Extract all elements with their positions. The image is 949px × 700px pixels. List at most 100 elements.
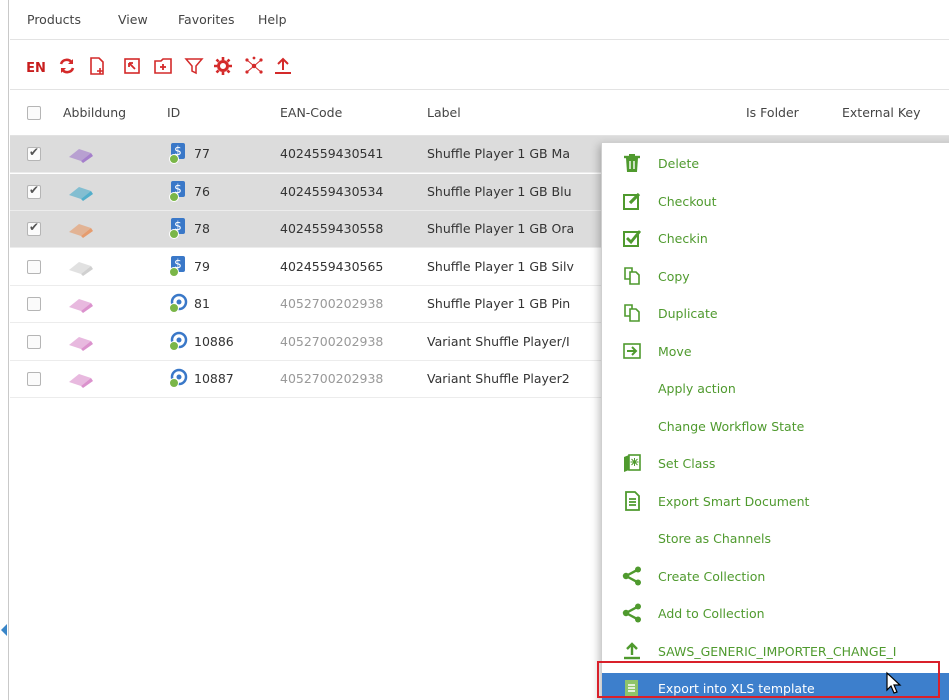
duplicate-icon (622, 303, 642, 323)
row-ean: 4052700202938 (280, 371, 384, 386)
product-variant-icon: $ (168, 180, 188, 202)
row-checkbox[interactable] (27, 220, 41, 236)
row-checkbox[interactable] (27, 183, 41, 199)
column-header-ean[interactable]: EAN-Code (280, 105, 342, 120)
set-class-icon (622, 453, 642, 473)
context-menu-item-move[interactable]: Move (602, 336, 949, 368)
row-ean: 4024559430534 (280, 183, 384, 199)
new-folder-icon[interactable] (153, 56, 173, 76)
language-selector[interactable]: EN (24, 58, 48, 78)
context-menu-item-label: Checkin (658, 231, 708, 246)
row-id: 81 (194, 296, 210, 311)
product-thumbnail (69, 374, 93, 388)
context-menu-item-change-workflow-state[interactable]: Change Workflow State (602, 411, 949, 443)
menu-view[interactable]: View (118, 12, 148, 27)
row-id: 10887 (194, 371, 234, 386)
context-menu-item-duplicate[interactable]: Duplicate (602, 298, 949, 330)
move-arrow-icon (622, 341, 642, 361)
row-label: Shuffle Player 1 GB Ora (427, 221, 575, 236)
row-id: 10886 (194, 333, 234, 349)
column-header-is-folder[interactable]: Is Folder (746, 105, 799, 120)
product-thumbnail (69, 186, 93, 201)
toolbar: EN (10, 40, 949, 90)
context-menu-item-label: Duplicate (658, 306, 718, 321)
context-menu-item-label: Move (658, 343, 692, 359)
row-label: Variant Shuffle Player2 (427, 371, 570, 386)
row-checkbox[interactable] (27, 372, 41, 386)
go-to-parent-icon[interactable] (122, 56, 142, 76)
filter-icon[interactable] (184, 56, 204, 76)
row-ean: 4052700202938 (280, 296, 384, 311)
upload-icon[interactable] (273, 56, 293, 76)
context-menu-item-delete[interactable]: Delete (602, 148, 949, 180)
context-menu: Delete Checkout Checkin Copy Duplicate Move Ap… (601, 142, 949, 700)
context-menu-item-label: Change Workflow State (658, 418, 805, 434)
context-menu-item-label: Copy (658, 268, 690, 284)
column-header-external-key[interactable]: External Key (842, 105, 921, 120)
table-header: Abbildung ID EAN-Code Label Is Folder Ex… (10, 90, 949, 136)
context-menu-item-label: SAWS_GENERIC_IMPORTER_CHANGE_I (658, 643, 897, 659)
product-thumbnail (69, 336, 93, 351)
context-menu-item-label: Add to Collection (658, 606, 765, 621)
menu-favorites[interactable]: Favorites (178, 12, 234, 27)
context-menu-item-label: Delete (658, 156, 700, 171)
row-ean: 4024559430558 (280, 221, 384, 236)
context-menu-item-add-to-collection[interactable]: Add to Collection (602, 598, 949, 630)
context-menu-item-create-collection[interactable]: Create Collection (602, 561, 949, 593)
column-header-label[interactable]: Label (427, 105, 461, 120)
context-menu-item-checkin[interactable]: Checkin (602, 223, 949, 255)
mouse-cursor-icon (886, 671, 902, 694)
variant-link-icon (168, 330, 188, 352)
trash-icon (622, 153, 642, 173)
row-ean: 4024559430541 (280, 146, 384, 161)
row-checkbox[interactable] (27, 297, 41, 311)
new-document-icon[interactable] (87, 56, 107, 76)
variant-link-icon (168, 367, 188, 389)
context-menu-item-label: Checkout (658, 193, 717, 209)
panel-splitter[interactable] (0, 0, 9, 700)
row-id: 79 (194, 258, 210, 274)
row-id: 78 (194, 221, 210, 236)
network-icon[interactable] (244, 56, 264, 76)
share-icon (622, 566, 642, 586)
copy-icon (622, 266, 642, 286)
row-checkbox[interactable] (27, 334, 41, 349)
row-label: Shuffle Player 1 GB Pin (427, 296, 571, 311)
menu-products[interactable]: Products (27, 12, 81, 27)
menu-help[interactable]: Help (258, 12, 287, 27)
product-variant-icon: $ (168, 255, 188, 277)
share-icon (622, 603, 642, 623)
row-label: Shuffle Player 1 GB Ma (427, 146, 571, 161)
row-label: Shuffle Player 1 GB Blu (427, 183, 572, 199)
refresh-icon[interactable] (57, 56, 77, 76)
row-id: 77 (194, 146, 210, 161)
menubar: Products View Favorites Help (10, 0, 949, 40)
row-checkbox[interactable] (27, 259, 41, 274)
context-menu-item-set-class[interactable]: Set Class (602, 448, 949, 480)
context-menu-item-export-smart-document[interactable]: Export Smart Document (602, 486, 949, 518)
row-id: 76 (194, 183, 210, 199)
context-menu-item-copy[interactable]: Copy (602, 261, 949, 293)
context-menu-item-label: Export into XLS template (658, 681, 815, 696)
product-variant-icon: $ (168, 142, 188, 164)
context-menu-item-label: Set Class (658, 456, 716, 471)
product-thumbnail (69, 299, 93, 313)
row-checkbox[interactable] (27, 145, 41, 161)
edit-pencil-icon (622, 191, 642, 211)
product-variant-icon: $ (168, 217, 188, 239)
column-header-image[interactable]: Abbildung (63, 105, 126, 120)
column-header-id[interactable]: ID (167, 105, 180, 120)
collapse-arrow-icon[interactable] (1, 624, 7, 636)
document-export-icon (622, 490, 642, 511)
context-menu-item-saws-generic-importer-change-i[interactable]: SAWS_GENERIC_IMPORTER_CHANGE_I (602, 636, 949, 668)
context-menu-item-apply-action[interactable]: Apply action (602, 373, 949, 405)
context-menu-item-label: Export Smart Document (658, 493, 810, 509)
product-thumbnail (69, 224, 93, 238)
context-menu-item-store-as-channels[interactable]: Store as Channels (602, 523, 949, 555)
product-thumbnail (69, 149, 93, 163)
row-label: Variant Shuffle Player/I (427, 333, 570, 349)
context-menu-item-label: Apply action (658, 381, 736, 396)
context-menu-item-checkout[interactable]: Checkout (602, 186, 949, 218)
select-all-checkbox[interactable] (27, 106, 41, 120)
settings-gear-icon[interactable] (213, 56, 233, 76)
